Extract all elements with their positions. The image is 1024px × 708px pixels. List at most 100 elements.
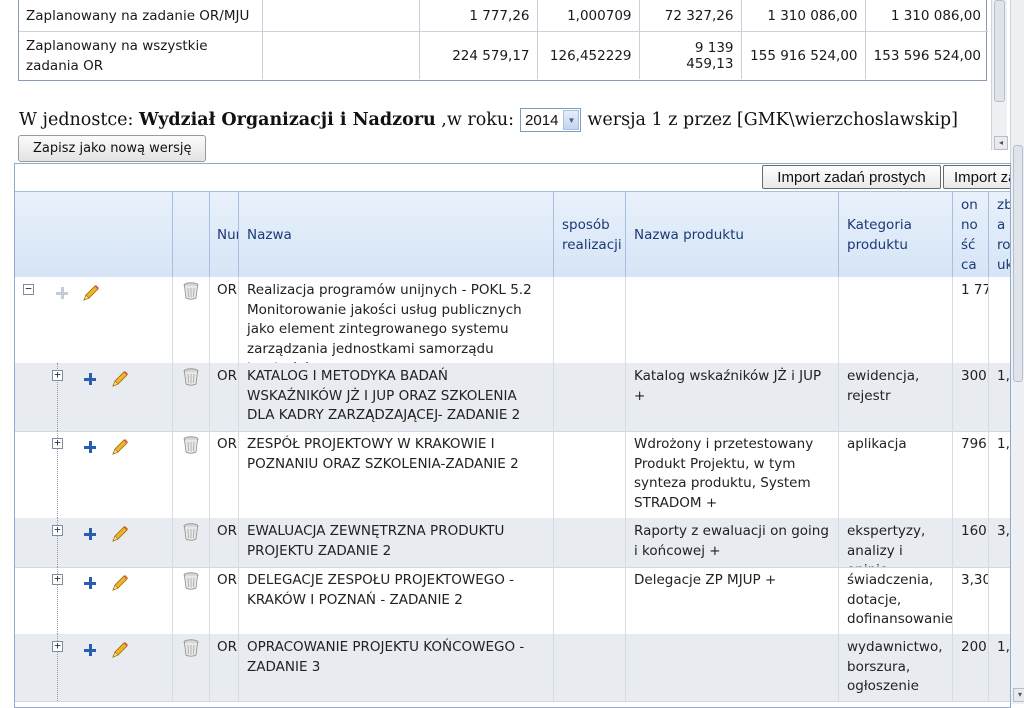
cell-workload: 160, — [953, 518, 989, 567]
summary-value: 1 310 086,00 — [865, 0, 988, 32]
row-delete — [173, 363, 210, 431]
cell-method — [554, 567, 626, 634]
header-method[interactable]: sposób realizacji — [554, 192, 626, 278]
page-scrollbar[interactable]: ▾ — [1010, 0, 1024, 704]
save-as-new-version-button[interactable]: Zapisz jako nową wersję — [18, 135, 207, 162]
cell-workload: 3,30 — [953, 567, 989, 634]
cell-product-count — [989, 567, 1010, 634]
cell-product-category: wydawnictwo, borszura, ogłoszenie — [839, 634, 953, 701]
summary-row-all: Zaplanowany na wszystkie zadania OR 224 … — [19, 31, 988, 79]
summary-scrollbar[interactable]: ◂ — [991, 0, 1008, 150]
cell-name: OPRACOWANIE PROJEKTU KOŃCOWEGO - ZADANIE… — [239, 634, 554, 701]
cell-product-name: Delegacje ZP MJUP + — [626, 567, 839, 634]
scroll-left-arrow-icon[interactable]: ◂ — [994, 136, 1008, 150]
table-row[interactable]: + OR OPRACOWANIE PROJEKTU KOŃCOWEGO - ZADA… — [15, 634, 1010, 702]
header-product-name[interactable]: Nazwa produktu — [626, 192, 839, 278]
import-simple-tasks-button[interactable]: Import zadań prostych — [762, 165, 941, 189]
row-tools: + — [15, 518, 173, 567]
cell-product-name: Raporty z ewaluacji on going i końcowej … — [626, 518, 839, 567]
summary-value: 126,452229 — [537, 31, 640, 79]
summary-value: 153 596 524,00 — [873, 47, 981, 64]
trash-icon[interactable] — [182, 367, 200, 387]
table-row[interactable]: + OR KATALOG I METODYKA BADAŃ WSKAŹNIKÓW J… — [15, 363, 1010, 432]
trash-icon[interactable] — [182, 571, 200, 591]
row-delete — [173, 431, 210, 518]
import-tasks-button[interactable]: Import zadań — [943, 165, 1010, 189]
add-subtask-icon[interactable] — [83, 576, 97, 590]
edit-icon[interactable] — [110, 369, 130, 389]
edit-icon[interactable] — [110, 524, 130, 544]
cell-product-category: ekspertyzy, analizy i opinie — [839, 518, 953, 567]
edit-icon[interactable] — [110, 573, 130, 593]
chevron-down-icon[interactable]: ▼ — [563, 110, 580, 130]
cell-workload: 796, — [953, 431, 989, 518]
cell-number: OR — [210, 518, 239, 567]
header-product-category[interactable]: Kategoria produktu — [839, 192, 953, 278]
cell-method — [554, 363, 626, 431]
unit-line: W jednostce: Wydział Organizacji i Nadzo… — [19, 108, 958, 132]
cell-product-name: Katalog wskaźników JŻ i JUP + — [626, 363, 839, 431]
header-product-count[interactable]: Liczba produktów — [989, 192, 1010, 278]
edit-icon[interactable] — [81, 283, 101, 303]
year-select[interactable]: 2014 ▼ — [520, 108, 582, 132]
scroll-down-arrow-icon[interactable]: ▾ — [1013, 688, 1024, 702]
cell-product-count: 1,0 — [989, 634, 1010, 701]
trash-icon[interactable] — [182, 638, 200, 658]
row-delete — [173, 634, 210, 701]
summary-label: Zaplanowany na wszystkie zadania OR — [19, 31, 263, 79]
expand-icon[interactable]: + — [52, 640, 63, 652]
cell-number: OR — [210, 567, 239, 634]
expand-icon[interactable]: + — [52, 437, 63, 449]
table-row[interactable]: − OR Realizacja programów unijnych - POKL … — [15, 277, 1010, 364]
grid-toolbar: Import zadań prostych Import zadań — [15, 164, 1010, 191]
summary-value: 1 777,26 — [419, 0, 538, 32]
cell-method — [554, 431, 626, 518]
add-subtask-icon[interactable] — [55, 286, 69, 300]
cell-method — [554, 277, 626, 363]
trash-icon[interactable] — [182, 281, 200, 301]
header-name[interactable]: Nazwa — [239, 192, 554, 278]
summary-value: 224 579,17 — [419, 31, 538, 79]
collapse-icon[interactable]: − — [23, 283, 34, 295]
cell-product-category: świadczenia, dotacje, dofinansowanie — [839, 567, 953, 634]
cell-name: Realizacja programów unijnych - POKL 5.2… — [239, 277, 554, 363]
expand-icon[interactable]: + — [52, 573, 63, 585]
add-subtask-icon[interactable] — [83, 372, 97, 386]
summary-value: 9 139 459,13 — [639, 31, 742, 79]
row-tools: + — [15, 634, 173, 701]
page-scrollbar-thumb[interactable] — [1013, 145, 1023, 382]
summary-value: 72 327,26 — [639, 0, 742, 32]
expand-icon[interactable]: + — [52, 524, 63, 536]
cell-product-category — [839, 277, 953, 363]
header-number[interactable]: Numer — [210, 192, 239, 278]
table-row[interactable]: + OR EWALUACJA ZEWNĘTRZNA PRODUKTU PROJEKT… — [15, 518, 1010, 568]
cell-product-count: 1,0 — [989, 431, 1010, 518]
cell-name: ZESPÓŁ PROJEKTOWY W KRAKOWIE I POZNANIU … — [239, 431, 554, 518]
unit-name: Wydział Organizacji i Nadzoru — [138, 110, 436, 130]
cell-product-category: aplikacja — [839, 431, 953, 518]
edit-icon[interactable] — [110, 437, 130, 457]
tasks-grid: Import zadań prostych Import zadań Numer… — [14, 163, 1011, 708]
table-row[interactable]: + OR DELEGACJE ZESPOŁU PROJEKTOWEGO - KRAK… — [15, 567, 1010, 635]
cell-product-count: 3,0 — [989, 518, 1010, 567]
summary-value: 1 310 086,00 — [741, 0, 866, 32]
cell-name: KATALOG I METODYKA BADAŃ WSKAŹNIKÓW JŻ I… — [239, 363, 554, 431]
add-subtask-icon[interactable] — [83, 643, 97, 657]
table-row[interactable]: + OR ZESPÓŁ PROJEKTOWY W KRAKOWIE I POZNAN… — [15, 431, 1010, 519]
header-workload[interactable]: Pracochłonność całkowita — [953, 192, 989, 278]
trash-icon[interactable] — [182, 522, 200, 542]
trash-icon[interactable] — [182, 435, 200, 455]
header-delete — [173, 192, 210, 278]
expand-icon[interactable]: + — [52, 369, 63, 381]
cell-name: DELEGACJE ZESPOŁU PROJEKTOWEGO - KRAKÓW … — [239, 567, 554, 634]
add-subtask-icon[interactable] — [83, 527, 97, 541]
cell-workload: 200, — [953, 634, 989, 701]
cell-method — [554, 518, 626, 567]
cell-number: OR — [210, 363, 239, 431]
add-subtask-icon[interactable] — [83, 440, 97, 454]
summary-row-task: Zaplanowany na zadanie OR/MJU 1 777,26 1… — [19, 0, 988, 32]
row-tools: + — [15, 363, 173, 431]
edit-icon[interactable] — [110, 640, 130, 660]
row-tools: + — [15, 567, 173, 634]
scrollbar-thumb[interactable] — [994, 0, 1005, 102]
